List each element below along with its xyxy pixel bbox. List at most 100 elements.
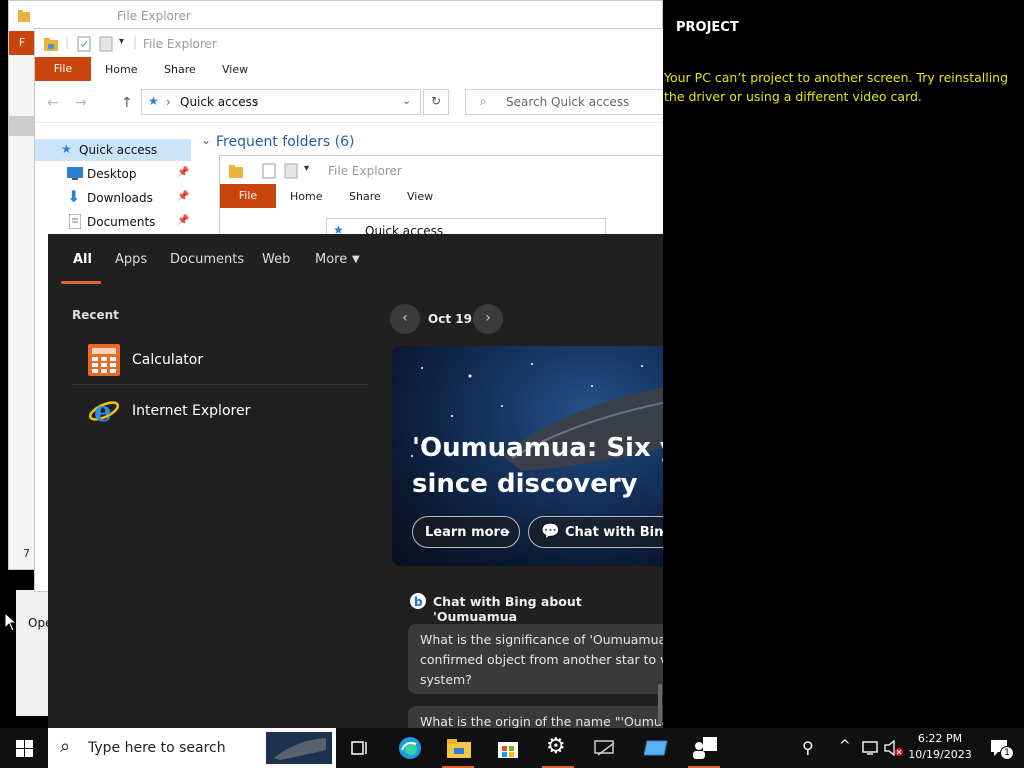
project-message-line1: Your PC can’t project to another screen.… <box>664 70 1009 85</box>
tab-indicator <box>61 281 101 284</box>
network-icon[interactable] <box>862 740 880 756</box>
chevron-down-icon[interactable]: ⌄ <box>201 133 211 147</box>
windows-icon <box>16 740 33 757</box>
customize-toolbar-icon[interactable]: ▾ <box>304 163 309 174</box>
taskbar-search-box[interactable]: ⌕ Type here to search <box>48 728 336 768</box>
quick-access-star-icon: ★ <box>148 94 159 108</box>
chevron-up-icon[interactable]: ^ <box>839 738 851 754</box>
tab-share[interactable]: Share <box>164 63 196 76</box>
new-folder-icon[interactable] <box>284 163 298 179</box>
nav-item-downloads[interactable]: ⬇ Downloads 📌 <box>35 187 191 209</box>
window-title: File Explorer <box>117 9 191 23</box>
tab-view[interactable]: View <box>407 190 433 203</box>
tab-all[interactable]: All <box>73 252 92 267</box>
pin-icon[interactable]: 📌 <box>177 215 189 226</box>
settings-button[interactable]: ⚙ <box>534 728 582 768</box>
section-header[interactable]: Frequent folders (6) <box>216 134 355 150</box>
tab-more[interactable]: More <box>315 252 347 267</box>
question-line: What is the significance of 'Oumuamua be… <box>420 632 663 647</box>
folder-icon <box>229 165 243 178</box>
question-line: What is the origin of the name "'Oumuam <box>420 714 663 728</box>
action-center-button[interactable]: 1 <box>976 728 1024 768</box>
volume-muted-icon[interactable] <box>884 739 904 757</box>
pin-icon[interactable]: 📌 <box>177 167 189 178</box>
explorer-window-nested: ▾ File Explorer File Home Share View ★ Q… <box>219 155 663 245</box>
remote-desktop-button[interactable] <box>582 728 630 768</box>
title-bar-nested: ▾ File Explorer <box>220 156 663 186</box>
bing-chat-heading: Chat with Bing about 'Oumuamua <box>433 594 582 624</box>
nav-item-label: Desktop <box>87 167 137 181</box>
refresh-button[interactable]: ↻ <box>423 89 449 115</box>
caret-down-icon[interactable]: ▼ <box>352 254 360 265</box>
tab-file[interactable]: File <box>35 57 91 81</box>
recent-heading: Recent <box>72 308 119 322</box>
tab-view[interactable]: View <box>222 63 248 76</box>
pin-icon[interactable]: 📌 <box>177 191 189 202</box>
store-button[interactable] <box>484 728 532 768</box>
tab-home[interactable]: Home <box>290 190 322 203</box>
window-title: File Explorer <box>328 164 402 178</box>
nav-item-label: Documents <box>87 215 156 229</box>
refresh-icon: ↻ <box>431 94 442 108</box>
new-folder-icon[interactable] <box>99 36 113 52</box>
suggested-question[interactable]: What is the significance of 'Oumuamua be… <box>408 624 663 694</box>
back-icon[interactable]: ← <box>47 95 59 111</box>
explorer-window-back-bottom: Ope <box>16 590 52 716</box>
chevron-down-icon[interactable]: ⌄ <box>402 94 411 107</box>
start-button[interactable] <box>0 728 48 768</box>
scrollbar[interactable] <box>658 684 662 724</box>
news-card[interactable]: 'Oumuamua: Six ye since discovery Learn … <box>392 346 663 566</box>
nav-item-desktop[interactable]: Desktop 📌 <box>35 163 191 185</box>
remote-desktop-icon <box>594 740 615 756</box>
previous-button[interactable]: ‹ <box>390 304 420 334</box>
task-view-button[interactable] <box>336 728 384 768</box>
separator-icon: | <box>65 35 70 49</box>
search-icon: ⌕ <box>60 736 71 757</box>
next-button[interactable]: › <box>473 304 503 334</box>
svg-text:e: e <box>94 395 112 427</box>
customize-toolbar-icon[interactable]: ▾ <box>119 36 124 47</box>
clock[interactable]: 6:22 PM 10/19/2023 <box>908 731 972 763</box>
taskbar-search-placeholder: Type here to search <box>88 740 226 756</box>
chat-bubble-icon: 💬 <box>541 522 560 540</box>
divider <box>72 384 368 385</box>
properties-icon[interactable] <box>77 36 91 52</box>
search-input[interactable]: ⌕ Search Quick access <box>465 89 663 115</box>
window-title: File Explorer <box>143 37 217 51</box>
tab-home[interactable]: Home <box>105 63 137 76</box>
chevron-right-icon: › <box>505 525 511 540</box>
edge-button[interactable] <box>386 728 434 768</box>
search-icon: ⌕ <box>480 94 487 108</box>
up-icon[interactable]: ↑ <box>121 95 133 111</box>
recent-item-calculator[interactable]: Calculator <box>72 336 368 386</box>
edge-icon <box>399 737 421 759</box>
project-pane: PROJECT Your PC can’t project to another… <box>663 0 1024 728</box>
tab-share[interactable]: Share <box>349 190 381 203</box>
recent-item-internet-explorer[interactable]: e Internet Explorer <box>72 387 368 437</box>
file-tab-back[interactable]: F <box>9 31 35 55</box>
ribbon-tabs-nested: File Home Share View <box>220 184 663 208</box>
suggested-question[interactable]: What is the origin of the name "'Oumuam <box>408 706 663 728</box>
question-line: system? <box>420 672 472 687</box>
notification-badge: 1 <box>1000 746 1014 760</box>
chat-with-bing-button[interactable]: 💬 Chat with Bing › <box>528 516 663 548</box>
tab-apps[interactable]: Apps <box>115 252 147 267</box>
title-bar: | ▾ | File Explorer <box>35 29 663 59</box>
connect-button[interactable] <box>680 728 728 768</box>
nav-item-label: Quick access <box>79 143 158 157</box>
tab-web[interactable]: Web <box>262 252 290 267</box>
nav-item-documents[interactable]: Documents 📌 <box>35 211 191 233</box>
properties-icon[interactable] <box>262 163 276 179</box>
projector-button[interactable] <box>632 728 680 768</box>
taskbar: ⌕ Type here to search ⚙ ⚲ ^ 6:22 PM 10/1… <box>0 728 1024 768</box>
learn-more-label: Learn more <box>425 525 509 540</box>
people-tray-icon[interactable]: ⚲ <box>802 738 814 757</box>
learn-more-button[interactable]: Learn more › <box>412 516 520 548</box>
address-bar[interactable]: ★ › Quick access › ⌄ <box>141 89 421 115</box>
nav-item-quick-access[interactable]: ★ Quick access <box>35 139 191 161</box>
forward-icon[interactable]: → <box>75 95 87 111</box>
tab-file[interactable]: File <box>220 184 276 208</box>
tab-documents[interactable]: Documents <box>170 252 244 267</box>
gear-icon: ⚙ <box>546 734 566 759</box>
file-explorer-button[interactable] <box>434 728 482 768</box>
